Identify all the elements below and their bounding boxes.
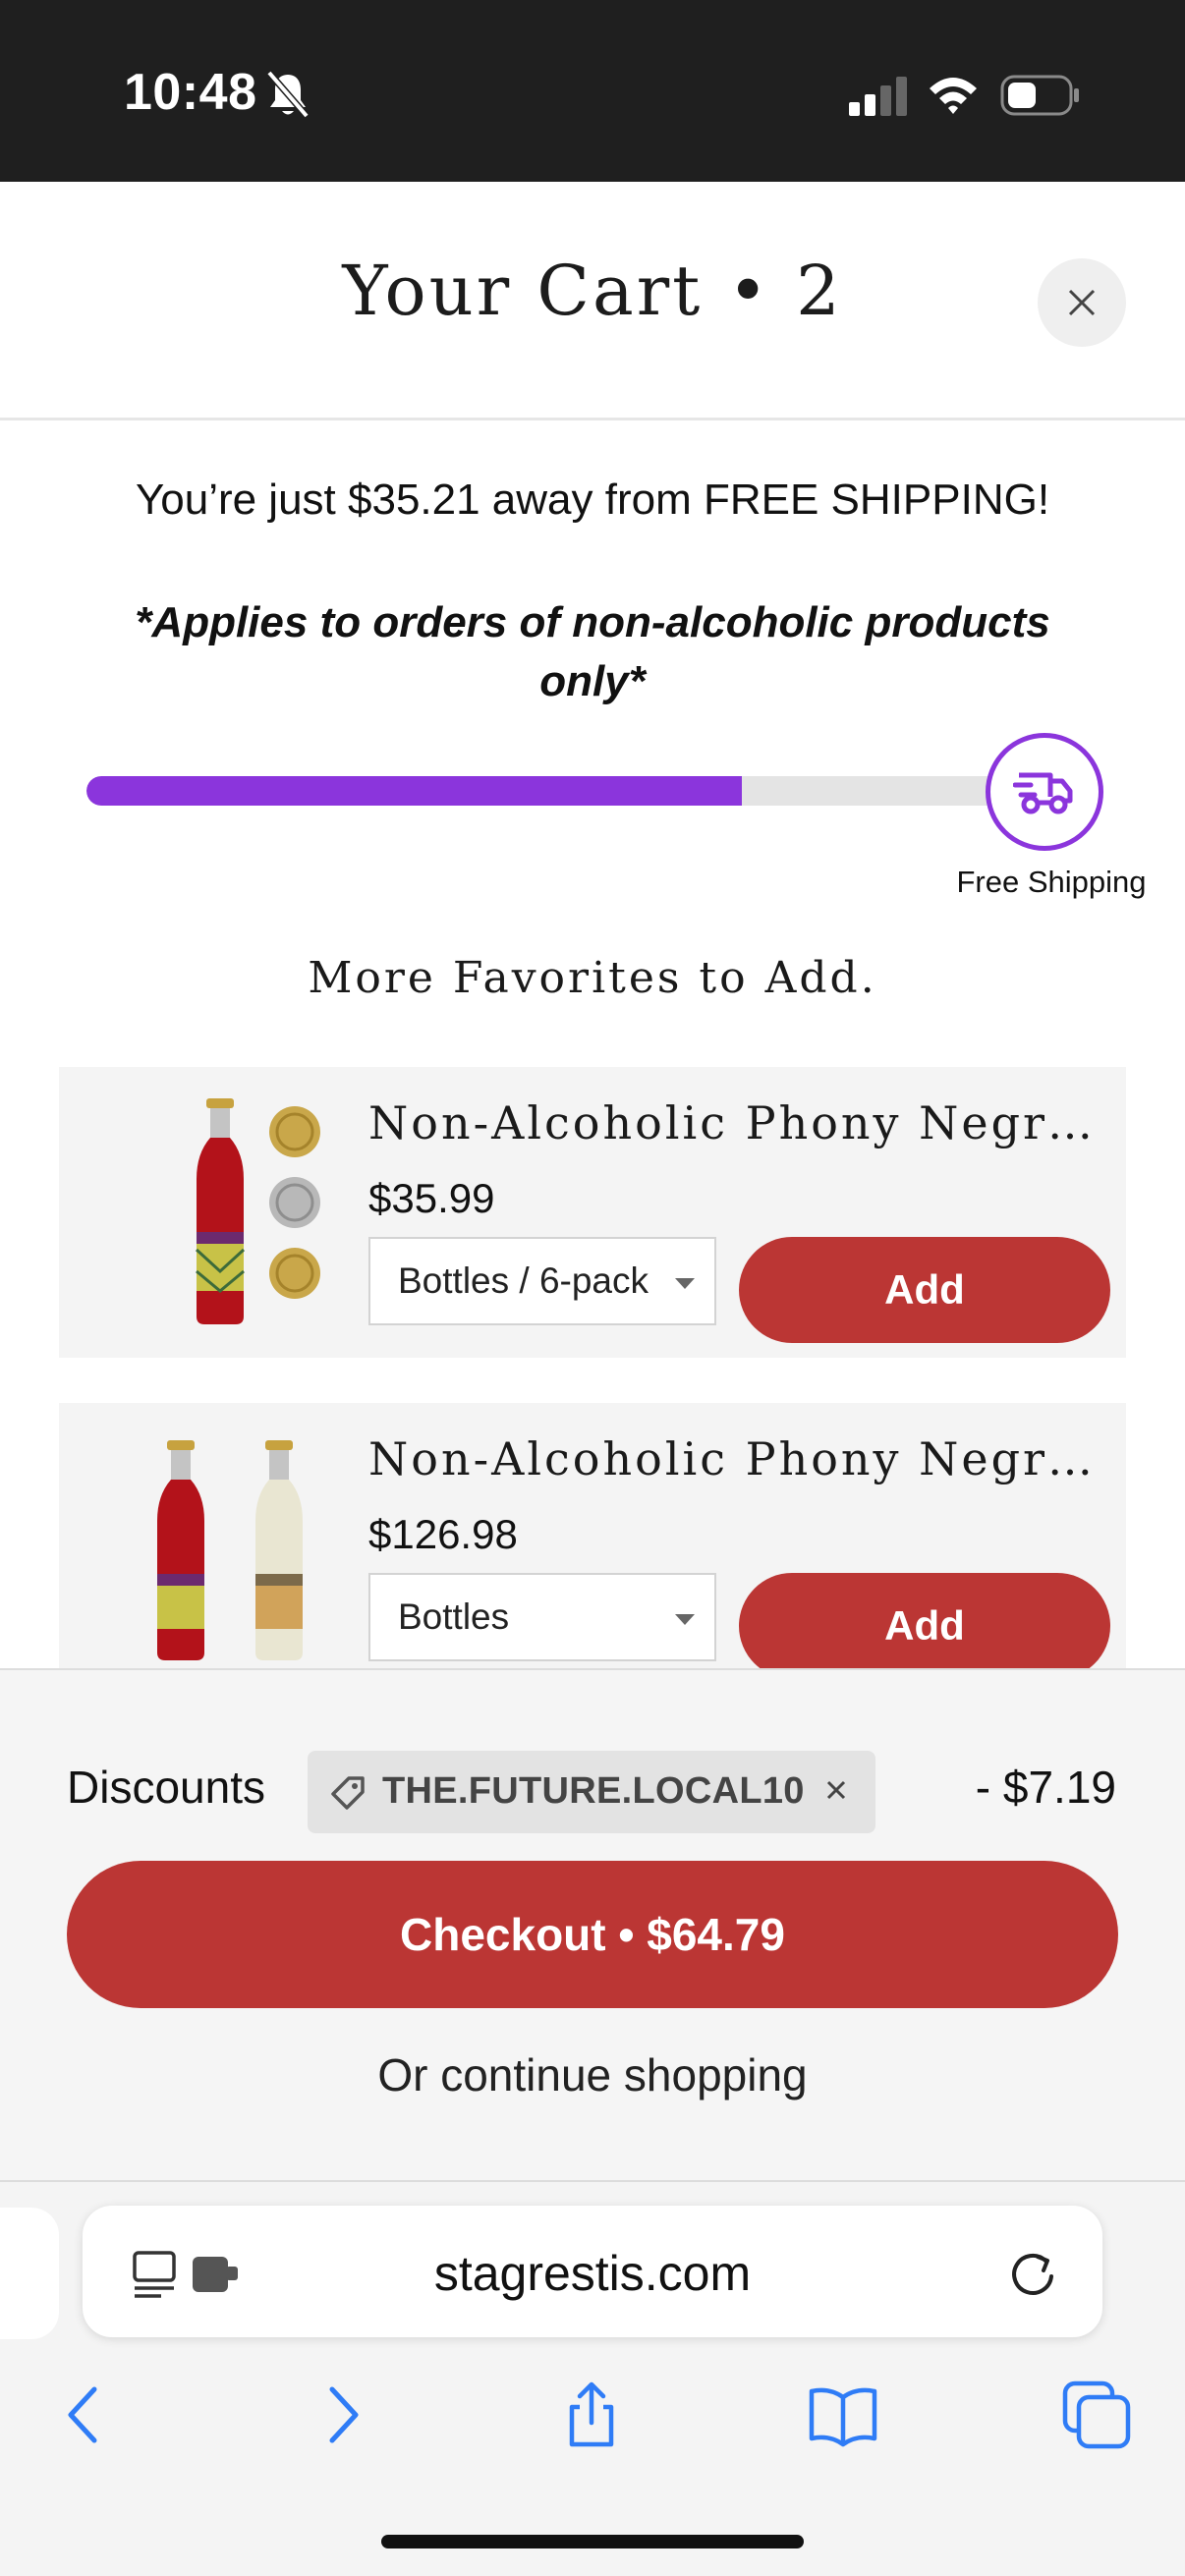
variant-select[interactable]: Bottles [368,1573,716,1661]
discount-code: THE.FUTURE.LOCAL10 [382,1770,805,1812]
variant-select[interactable]: Bottles / 6-pack [368,1237,716,1325]
shipping-disclaimer: *Applies to orders of non-alcoholic prod… [135,598,1050,705]
free-shipping-message: You’re just $35.21 away from FREE SHIPPI… [135,476,1050,524]
favorite-product-card: Non-Alcoholic Phony Negroni... $126.98 B… [59,1403,1126,1668]
reload-icon[interactable] [1006,2247,1059,2300]
bell-slash-icon [266,70,310,119]
close-icon [1068,289,1096,316]
product-name[interactable]: Non-Alcoholic Phony Negroni... [368,1432,1115,1485]
chevron-down-icon [675,1614,695,1625]
checkout-button[interactable]: Checkout • $64.79 [67,1861,1118,2008]
close-cart-button[interactable] [1038,258,1126,347]
cellular-signal-icon [849,77,907,116]
product-price: $35.99 [368,1175,495,1221]
product-image [157,1440,303,1660]
discount-amount: - $7.19 [975,1762,1116,1813]
tag-icon [331,1776,365,1810]
variant-select-value: Bottles / 6-pack [398,1260,649,1301]
cart-footer: Discounts THE.FUTURE.LOCAL10 - $7.19 Che… [0,1668,1185,2182]
discount-code-chip: THE.FUTURE.LOCAL10 [308,1751,875,1833]
status-time: 10:48 [124,64,257,121]
forward-icon[interactable] [307,2380,377,2450]
wifi-icon [930,78,977,114]
product-image [195,1098,320,1324]
cart-header: Your Cart • 2 [0,182,1185,420]
add-to-cart-button[interactable]: Add [739,1573,1110,1668]
chevron-down-icon [675,1278,695,1289]
discounts-label: Discounts [67,1762,265,1813]
tabs-icon[interactable] [1061,2380,1132,2450]
add-to-cart-button[interactable]: Add [739,1237,1110,1343]
share-icon[interactable] [556,2380,627,2450]
shipping-progress-fill [86,776,743,806]
product-price: $126.98 [368,1511,518,1557]
status-bar: 10:48 [0,0,1185,182]
free-shipping-badge [986,733,1103,851]
delivery-truck-icon [1013,772,1073,814]
free-shipping-label: Free Shipping [956,865,1147,899]
back-icon[interactable] [49,2380,120,2450]
address-bar[interactable]: stagrestis.com [83,2206,1102,2337]
battery-icon [1000,75,1079,116]
shipping-progress-bar [86,776,1010,806]
url-text: stagrestis.com [433,2246,752,2301]
home-indicator [381,2535,804,2548]
variant-select-value: Bottles [398,1596,510,1637]
previous-tab-preview[interactable] [0,2208,59,2339]
favorite-product-card: Non-Alcoholic Phony Negroni... $35.99 Bo… [59,1067,1126,1358]
remove-discount-icon[interactable] [818,1772,854,1808]
bookmarks-icon[interactable] [808,2380,878,2450]
product-name[interactable]: Non-Alcoholic Phony Negroni... [368,1096,1115,1149]
browser-toolbar [0,2338,1185,2486]
cart-title: Your Cart • 2 [342,251,843,331]
favorites-heading: More Favorites to Add. [308,953,877,1003]
continue-shopping-link[interactable]: Or continue shopping [0,2048,1185,2101]
